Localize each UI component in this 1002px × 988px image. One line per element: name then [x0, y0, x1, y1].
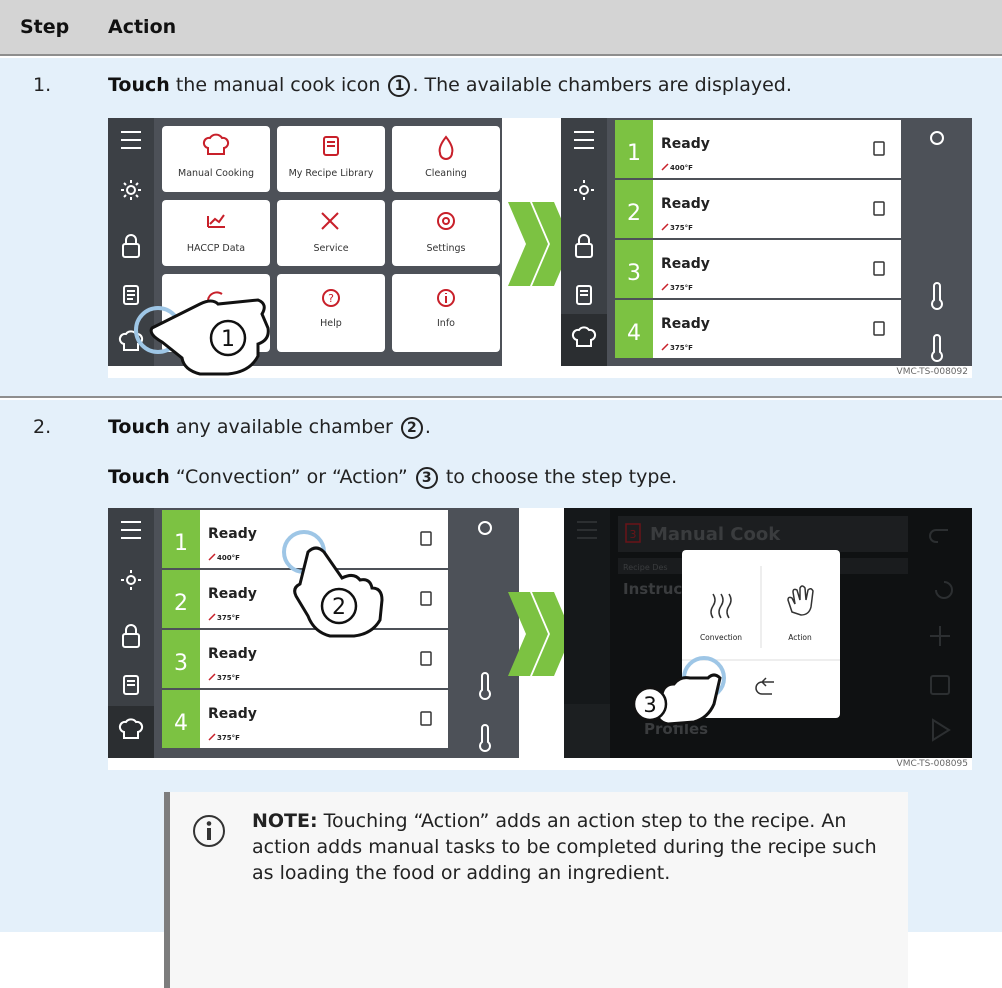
chamber-temp: 375°F — [670, 344, 693, 352]
chamber-status: Ready — [208, 586, 257, 602]
chamber-status: Ready — [208, 706, 257, 722]
tile-label: Service — [313, 243, 348, 254]
chamber-temp: 375°F — [217, 614, 240, 622]
step-row-2: 2. Touch any available chamber 2. Touch … — [0, 400, 1002, 988]
step-number: 2. — [33, 416, 52, 438]
note-body: Touching “Action” adds an action step to… — [252, 810, 877, 884]
screen-title: Manual Cook — [650, 524, 781, 545]
chamber-screen: 1 2 3 4 Ready Ready Ready Ready 400°F 37… — [108, 508, 519, 758]
chamber-number: 2 — [174, 591, 188, 616]
chamber-screen: 1 2 3 4 Ready Ready Ready Ready 400°F 37… — [561, 118, 972, 366]
chamber-number: 3 — [174, 651, 188, 676]
svg-text:?: ? — [328, 292, 334, 305]
chamber-temp: 375°F — [217, 674, 240, 682]
step-verb: Touch — [108, 74, 170, 96]
step-instruction: Touch the manual cook icon 1. The availa… — [108, 74, 792, 97]
figure-manual-cook: ? Manual Cooking My Recipe Library Clean… — [108, 118, 972, 378]
chamber-number: 3 — [627, 261, 641, 286]
step-instruction: Touch “Convection” or “Action” 3 to choo… — [108, 466, 677, 489]
note-text: NOTE: Touching “Action” adds an action s… — [252, 808, 892, 886]
callout-marker: 1 — [388, 74, 411, 97]
step-instruction: Touch any available chamber 2. — [108, 416, 431, 439]
instructions-label: Instruc — [623, 580, 682, 598]
tile-label: Help — [320, 318, 342, 329]
step-number: 1. — [33, 74, 52, 96]
callout-marker: 3 — [415, 466, 438, 489]
chamber-status: Ready — [661, 136, 710, 152]
step-row-1: 1. Touch the manual cook icon 1. The ava… — [0, 58, 1002, 398]
step-verb: Touch — [108, 466, 170, 488]
tile-label: Settings — [427, 243, 466, 254]
callout-number: 2 — [332, 595, 346, 620]
action-label: Action — [788, 633, 812, 642]
chamber-number: 2 — [627, 201, 641, 226]
convection-label: Convection — [700, 633, 742, 642]
recipe-step-number: 3 — [630, 528, 637, 541]
chamber-number: 1 — [627, 141, 641, 166]
chamber-status: Ready — [208, 646, 257, 662]
header-step: Step — [20, 16, 70, 38]
figure-id: VMC-TS-008092 — [897, 367, 968, 377]
instruction-text: to choose the step type. — [439, 466, 678, 488]
chamber-temp: 400°F — [217, 554, 240, 562]
chamber-status: Ready — [661, 256, 710, 272]
instruction-text: . The available chambers are displayed. — [412, 74, 792, 96]
recipe-description-label: Recipe Des — [623, 563, 668, 572]
tile-label: HACCP Data — [187, 243, 245, 254]
chamber-status: Ready — [208, 526, 257, 542]
callout-number: 1 — [221, 327, 235, 352]
chamber-status: Ready — [661, 196, 710, 212]
figure-choose-step-type: 1 2 3 4 Ready Ready Ready Ready 400°F 37… — [108, 508, 972, 770]
chamber-status: Ready — [661, 316, 710, 332]
tile-label: My Recipe Library — [289, 168, 374, 179]
chamber-temp: 375°F — [670, 284, 693, 292]
chamber-temp: 400°F — [670, 164, 693, 172]
callout-number: 3 — [643, 693, 656, 717]
chamber-number: 4 — [174, 711, 188, 736]
info-icon — [193, 815, 225, 847]
step-verb: Touch — [108, 416, 170, 438]
callout-marker: 2 — [400, 416, 423, 439]
figure-id: VMC-TS-008095 — [897, 759, 968, 769]
note-label: NOTE: — [252, 810, 318, 832]
note-box: NOTE: Touching “Action” adds an action s… — [164, 792, 908, 988]
chamber-number: 4 — [627, 321, 641, 346]
tile-label: Info — [437, 318, 455, 329]
tile-label: Cleaning — [425, 168, 467, 179]
table-header: Step Action — [0, 0, 1002, 56]
tile-label: Manual Cooking — [178, 168, 254, 179]
instruction-text: the manual cook icon — [169, 74, 387, 96]
header-action: Action — [108, 16, 177, 38]
instruction-text: . — [424, 416, 431, 438]
instruction-text: any available chamber — [169, 416, 399, 438]
manual-cook-screen: 3 Manual Cook Recipe Des Instruc Profile… — [564, 508, 972, 758]
instruction-text: “Convection” or “Action” — [169, 466, 414, 488]
chamber-temp: 375°F — [217, 734, 240, 742]
chamber-number: 1 — [174, 531, 188, 556]
home-screen: ? Manual Cooking My Recipe Library Clean… — [108, 118, 502, 376]
chamber-temp: 375°F — [670, 224, 693, 232]
